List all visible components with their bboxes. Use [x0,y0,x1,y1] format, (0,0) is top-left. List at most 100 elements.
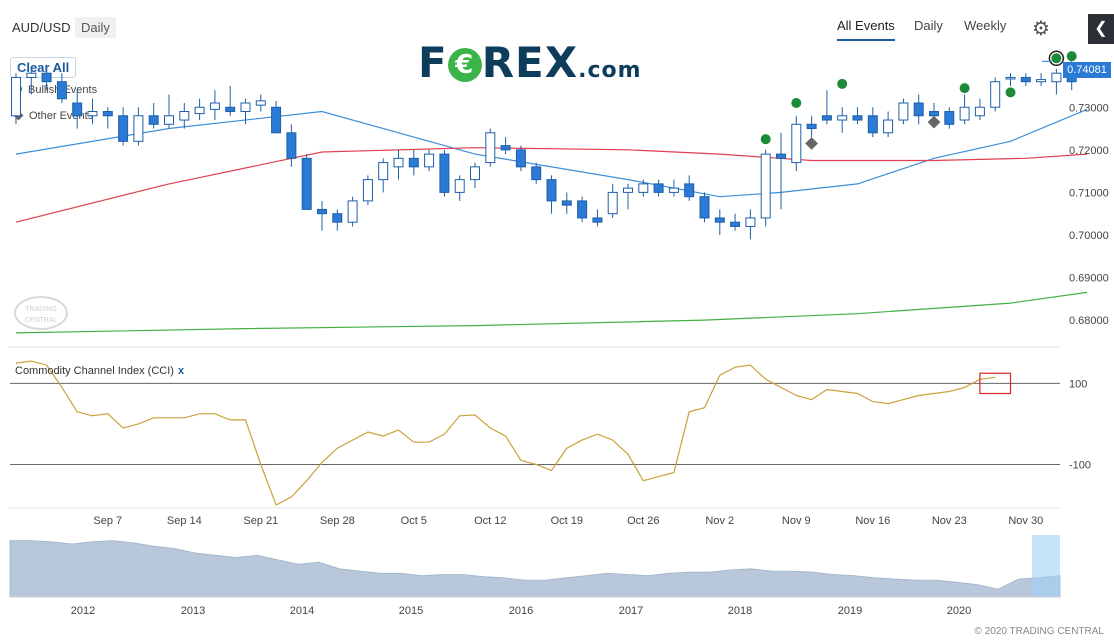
bearish-candle [148,115,159,125]
navigator-year-label: 2014 [290,605,314,617]
bearish-candle [41,72,52,83]
bullish-event-marker [1051,53,1062,64]
copyright-text: © 2020 TRADING CENTRAL [974,626,1104,637]
date-tick-label: Nov 30 [1008,515,1043,527]
navigator-area [9,540,1061,598]
cci-title: Commodity Channel Index (CCI) x [15,365,184,377]
navigator-window [1032,535,1060,597]
bearish-candle [776,153,786,159]
bullish-candle [883,119,894,134]
slow-ma-line [15,291,1088,334]
date-tick-label: Sep 7 [93,515,122,527]
bearish-candle [561,200,572,206]
cci-tick-label: -100 [1069,459,1091,471]
bullish-candle [745,217,756,227]
bullish-candle [1051,72,1062,83]
date-tick-label: Oct 5 [401,515,427,527]
price-tick-label: 0.69000 [1069,273,1109,285]
navigator-year-label: 2020 [947,605,971,617]
bearish-candle [821,115,832,121]
bullish-candle [623,187,633,193]
navigator-year-label: 2016 [509,605,533,617]
bullish-candle [26,72,37,78]
bearish-candle [72,102,83,117]
bearish-candle [867,115,878,134]
bullish-candle [485,132,496,164]
bearish-candle [332,213,343,223]
bullish-candle [1005,76,1016,80]
bullish-event-marker [1066,51,1077,62]
bullish-candle [990,81,1001,108]
bullish-candle [974,106,985,117]
bearish-candle [531,166,542,181]
date-tick-label: Sep 28 [320,515,355,527]
other-event-marker [805,137,818,150]
bearish-candle [1020,76,1031,83]
navigator-year-label: 2015 [399,605,423,617]
other-event-marker [927,115,941,129]
date-tick-label: Nov 23 [932,515,967,527]
bearish-candle [653,183,664,193]
bearish-candle [56,81,67,100]
bullish-candle [1036,79,1047,83]
bearish-candle [546,179,557,202]
bullish-candle [760,153,771,219]
bullish-candle [87,111,98,117]
bullish-candle [898,102,909,121]
bullish-event-marker [837,78,848,89]
bearish-candle [577,200,588,219]
bearish-candle [408,157,419,168]
price-tick-label: 0.68000 [1069,315,1109,327]
bullish-candle [470,166,480,181]
bullish-candle [255,100,266,106]
bullish-candle [607,191,618,215]
bearish-candle [592,217,603,223]
bearish-candle [852,115,863,121]
bullish-event-marker [1005,87,1016,98]
bearish-candle [806,123,817,130]
bearish-candle [944,111,955,125]
bullish-candle [424,153,435,168]
bearish-candle [500,145,511,151]
bearish-candle [286,132,297,159]
date-tick-label: Oct 26 [627,515,659,527]
cci-title-text: Commodity Channel Index (CCI) [15,365,174,377]
price-tick-label: 0.72000 [1069,145,1109,157]
cci-line [15,360,996,506]
bullish-candle [638,183,649,193]
bearish-candle [714,217,725,223]
close-cci-button[interactable]: x [178,365,184,377]
navigator-year-label: 2013 [181,605,205,617]
bullish-candle [179,111,190,121]
bullish-event-marker [959,83,970,94]
bullish-candle [362,179,373,202]
bullish-candle [240,102,251,113]
navigator-year-label: 2012 [71,605,95,617]
date-tick-label: Oct 12 [474,515,506,527]
bullish-candle [11,76,21,117]
date-tick-label: Nov 2 [705,515,734,527]
bullish-candle [347,200,358,223]
bullish-candle [164,115,174,125]
bearish-candle [317,208,327,215]
bullish-candle [209,102,220,110]
price-tick-label: 0.73000 [1069,102,1109,114]
bearish-candle [515,149,526,168]
bearish-candle [699,196,710,219]
last-price-badge: 0.74081 [1063,62,1111,78]
navigator-year-label: 2019 [838,605,862,617]
bearish-candle [730,221,741,227]
bearish-candle [929,111,939,117]
date-tick-label: Sep 14 [167,515,202,527]
bullish-candle [668,187,679,193]
bullish-candle [791,123,802,164]
bearish-candle [913,102,924,117]
bearish-candle [439,153,450,193]
date-tick-label: Sep 21 [243,515,278,527]
bullish-candle [378,162,389,181]
bullish-event-marker [791,98,802,109]
bullish-candle [194,106,205,115]
bullish-candle [454,179,465,193]
cci-tick-label: 100 [1069,378,1087,390]
bearish-candle [684,183,695,198]
